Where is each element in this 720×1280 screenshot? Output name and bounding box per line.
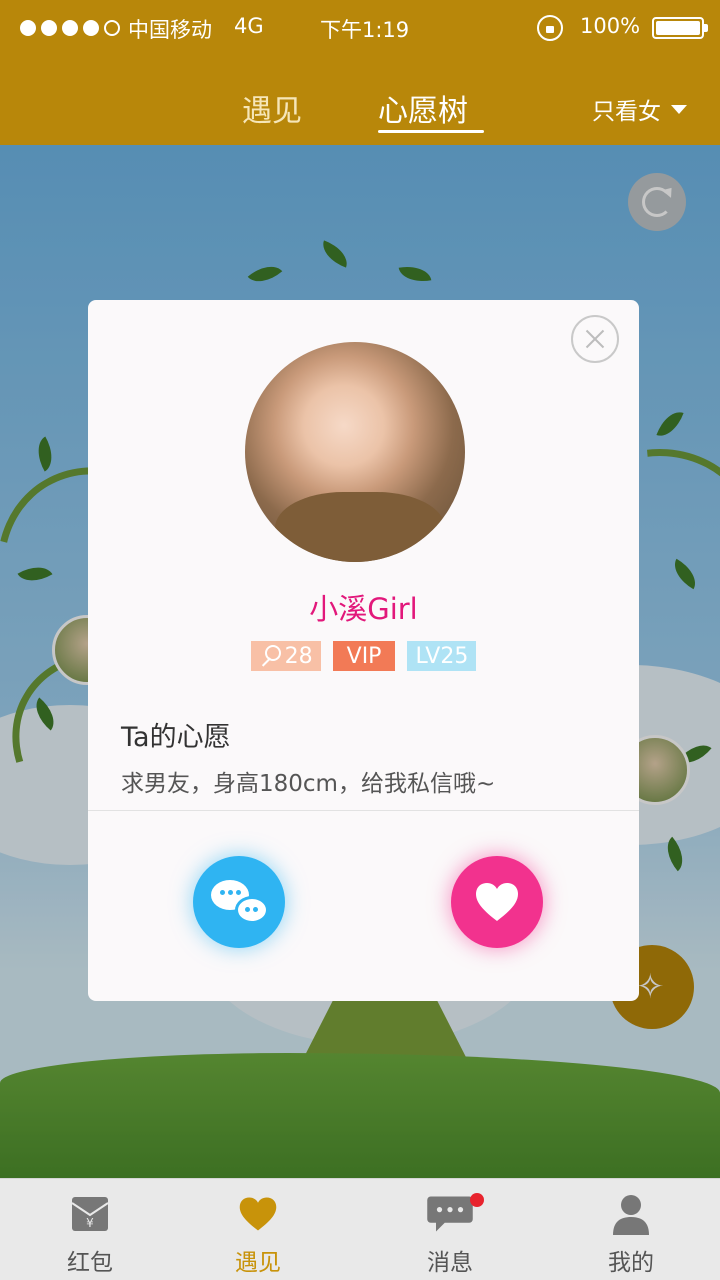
top-bar: 中国移动 4G 下午1:19 100% 遇见 心愿树 只看女 bbox=[0, 0, 720, 145]
battery-icon bbox=[652, 17, 708, 39]
tab-meet[interactable]: 遇见 bbox=[242, 86, 302, 130]
active-tab-indicator bbox=[378, 130, 484, 133]
divider bbox=[88, 810, 639, 811]
profile-card-modal: 小溪Girl 28 VIP LV25 Ta的心愿 求男友，身高180cm，给我私… bbox=[88, 300, 639, 1001]
nav-mine[interactable]: 我的 bbox=[571, 1179, 691, 1280]
battery-percent: 100% bbox=[580, 14, 641, 38]
chat-button[interactable] bbox=[193, 856, 285, 948]
like-button[interactable] bbox=[451, 856, 543, 948]
age-badge: 28 bbox=[250, 641, 321, 671]
nav-messages[interactable]: 消息 bbox=[390, 1179, 510, 1280]
age-value: 28 bbox=[284, 643, 313, 669]
person-icon bbox=[613, 1195, 649, 1235]
chevron-down-icon bbox=[671, 104, 687, 114]
bottom-navigation: ¥ 红包 遇见 消息 我的 bbox=[0, 1178, 720, 1280]
network-type: 4G bbox=[234, 14, 264, 38]
signal-strength-icon bbox=[20, 20, 120, 36]
profile-avatar[interactable] bbox=[245, 342, 465, 562]
tab-wish-tree[interactable]: 心愿树 bbox=[378, 86, 468, 130]
vip-badge: VIP bbox=[332, 641, 396, 671]
profile-badges: 28 VIP LV25 bbox=[88, 641, 639, 671]
red-envelope-icon: ¥ bbox=[71, 1197, 109, 1231]
female-icon bbox=[259, 645, 281, 667]
wish-text: 求男友，身高180cm，给我私信哦~ bbox=[121, 771, 496, 797]
status-bar: 中国移动 4G 下午1:19 100% bbox=[0, 0, 720, 56]
rotation-lock-icon bbox=[537, 15, 563, 41]
close-button[interactable] bbox=[571, 315, 619, 363]
nav-label: 消息 bbox=[427, 1250, 473, 1276]
status-time: 下午1:19 bbox=[320, 18, 410, 42]
heart-icon bbox=[239, 1197, 277, 1231]
carrier-name: 中国移动 bbox=[128, 18, 212, 42]
profile-nickname: 小溪Girl bbox=[309, 592, 418, 626]
gender-filter-dropdown[interactable]: 只看女 bbox=[592, 92, 687, 126]
nav-label: 红包 bbox=[67, 1250, 113, 1276]
nav-label: 我的 bbox=[608, 1250, 654, 1276]
nav-red-envelope[interactable]: ¥ 红包 bbox=[30, 1179, 150, 1280]
filter-label: 只看女 bbox=[592, 99, 661, 125]
nav-label: 遇见 bbox=[235, 1250, 281, 1276]
heart-icon bbox=[476, 883, 518, 921]
nav-meet[interactable]: 遇见 bbox=[198, 1179, 318, 1280]
wish-heading: Ta的心愿 bbox=[121, 722, 231, 753]
level-badge: LV25 bbox=[407, 641, 477, 671]
svg-text:¥: ¥ bbox=[86, 1216, 94, 1230]
unread-badge bbox=[470, 1193, 484, 1207]
